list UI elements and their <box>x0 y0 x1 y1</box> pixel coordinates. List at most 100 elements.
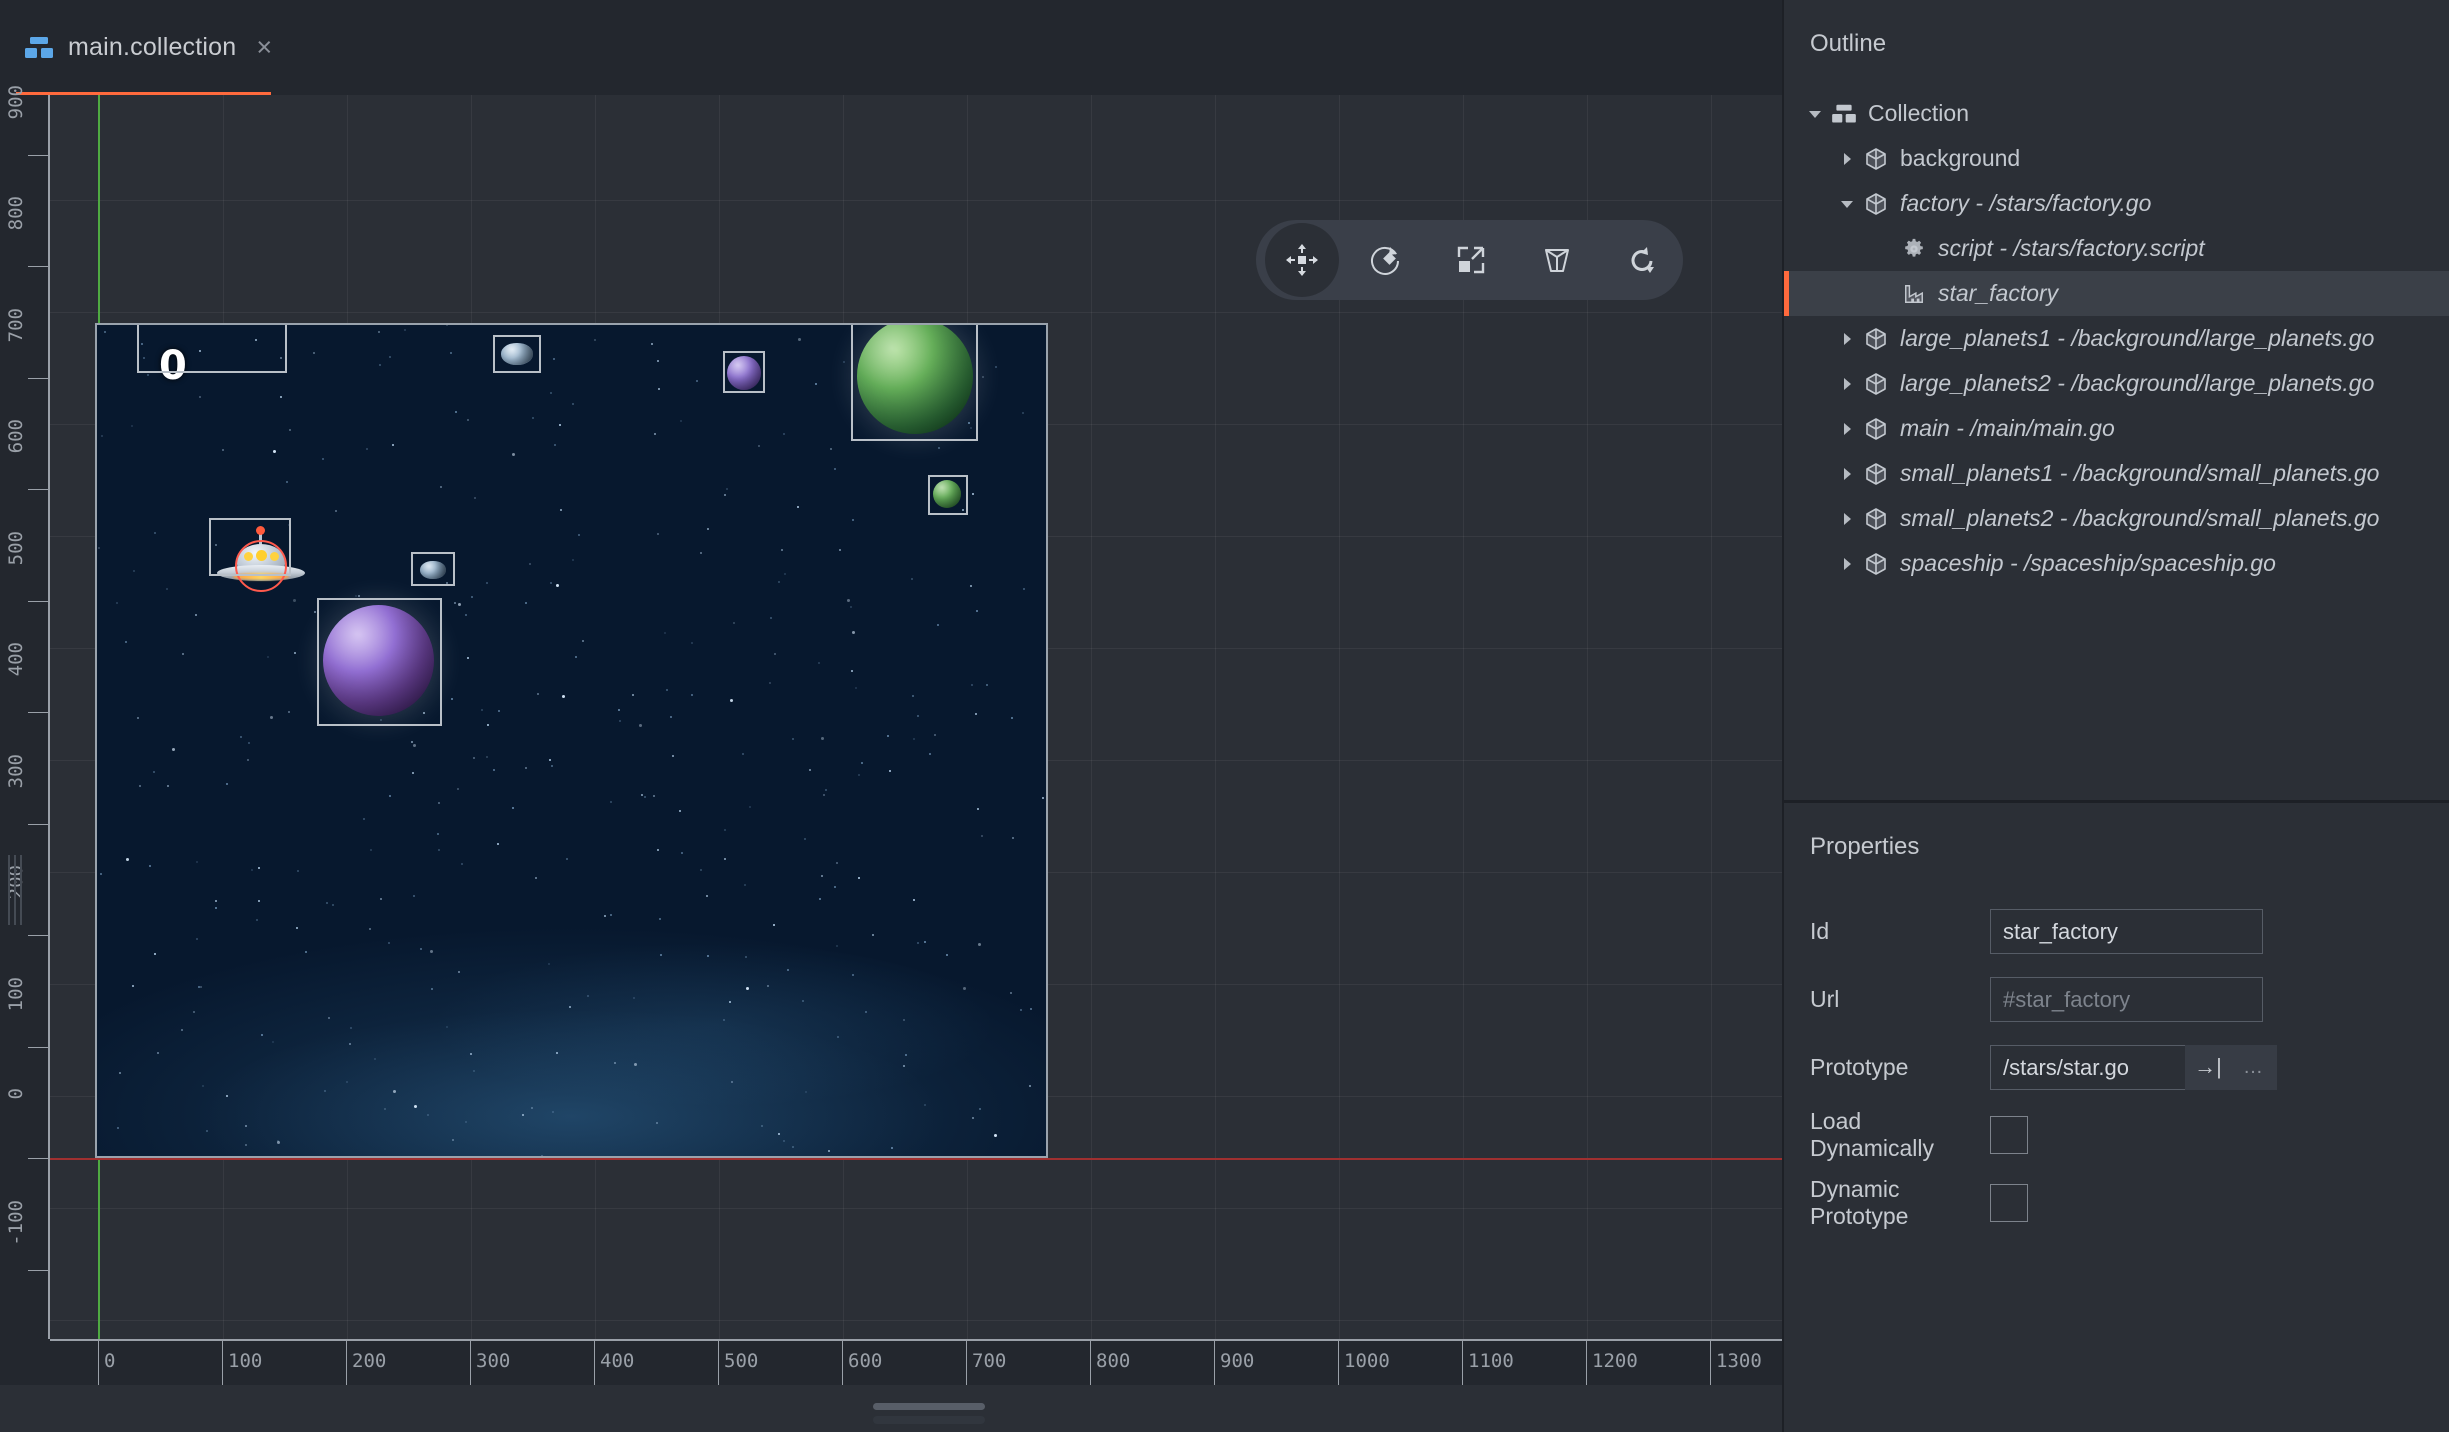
small-planet-purple[interactable] <box>727 356 761 390</box>
outline-item-label: script - /stars/factory.script <box>1938 235 2205 261</box>
ship-collision-shape <box>235 540 287 592</box>
collection-icon <box>24 35 54 61</box>
move-tool-button[interactable] <box>1265 223 1339 297</box>
starfield <box>95 323 1048 1158</box>
url-label: Url <box>1810 985 1840 1012</box>
ruler-horizontal: 0 100 200 300 400 500 600 700 800 900 1000 1100 1200… <box>0 1339 1782 1385</box>
outline-item-2[interactable]: factory - /stars/factory.go <box>1784 181 2449 226</box>
outline-panel: Outline Collection background factory - /s… <box>1784 0 2449 800</box>
scale-tool-button[interactable] <box>1431 226 1511 294</box>
prototype-input[interactable]: /stars/star.go <box>1990 1044 2185 1090</box>
outline-item-label: small_planets2 - /background/small_plane… <box>1900 505 2380 531</box>
ruler-h-tick <box>1710 1339 1711 1385</box>
outline-item-7[interactable]: main - /main/main.go <box>1784 406 2449 451</box>
ruler-v-tick <box>28 266 50 267</box>
ruler-v-tick <box>28 712 50 713</box>
outline-item-8[interactable]: small_planets1 - /background/small_plane… <box>1784 451 2449 496</box>
ruler-h-label: 900 <box>1220 1350 1255 1372</box>
ruler-h-tick <box>346 1339 347 1385</box>
browse-resource-button[interactable]: … <box>2231 1044 2277 1090</box>
ruler-v-tick <box>28 1046 50 1048</box>
perspective-tool-button[interactable] <box>1517 226 1597 294</box>
go-icon <box>1860 462 1892 486</box>
close-icon[interactable]: × <box>256 34 272 61</box>
outline-item-6[interactable]: large_planets2 - /background/large_plane… <box>1784 361 2449 406</box>
game-scene[interactable]: 0 <box>95 323 1048 1158</box>
large-planet-purple[interactable] <box>323 605 434 716</box>
factory-icon <box>1898 283 1930 305</box>
go-icon <box>1860 417 1892 441</box>
ruler-h-tick <box>842 1339 843 1385</box>
ruler-h-label: 200 <box>352 1350 387 1372</box>
ruler-h-tick <box>966 1339 967 1385</box>
outline-item-9[interactable]: small_planets2 - /background/small_plane… <box>1784 496 2449 541</box>
outline-item-10[interactable]: spaceship - /spaceship/spaceship.go <box>1784 541 2449 586</box>
horizontal-scrollbar-track[interactable] <box>873 1416 985 1424</box>
properties-panel: Properties Id star_factory Url #star_fac… <box>1784 803 2449 1432</box>
rotate-tool-button[interactable] <box>1345 226 1425 294</box>
dynamic-prototype-checkbox[interactable] <box>1990 1184 2028 1222</box>
outline-item-5[interactable]: large_planets1 - /background/large_plane… <box>1784 316 2449 361</box>
outline-item-1[interactable]: background <box>1784 136 2449 181</box>
ruler-v-label: 900 <box>5 84 27 119</box>
tab-main-collection[interactable]: main.collection × <box>0 0 297 95</box>
property-row-url: Url #star_factory <box>1784 965 2449 1033</box>
scene-viewport[interactable]: 0 900 800 700 600 500 400 300 200 100 0 … <box>0 85 1782 1432</box>
reload-tool-button[interactable] <box>1603 226 1683 294</box>
ruler-h-tick <box>594 1339 595 1385</box>
id-input[interactable]: star_factory <box>1990 908 2263 954</box>
outline-item-3[interactable]: script - /stars/factory.script <box>1784 226 2449 271</box>
ruler-h-tick <box>718 1339 719 1385</box>
open-resource-button[interactable]: →| <box>2185 1044 2231 1090</box>
chevron-right-icon[interactable] <box>1834 376 1860 392</box>
outline-item-label: factory - /stars/factory.go <box>1900 190 2152 216</box>
outline-item-label: large_planets2 - /background/large_plane… <box>1900 370 2375 396</box>
load-dynamically-checkbox[interactable] <box>1990 1116 2028 1154</box>
tab-title: main.collection <box>68 33 237 61</box>
ruler-v-tick <box>28 1158 50 1159</box>
outline-item-label: main - /main/main.go <box>1900 415 2115 441</box>
spaceship-object[interactable] <box>217 526 305 592</box>
ruler-h-label: 300 <box>476 1350 511 1372</box>
ruler-v-label: 0 <box>5 1088 27 1100</box>
ruler-v-tick <box>28 154 50 156</box>
asteroid-small[interactable] <box>420 561 446 579</box>
chevron-right-icon[interactable] <box>1834 466 1860 482</box>
small-planet-blue[interactable] <box>501 343 533 365</box>
ruler-h-tick <box>1462 1339 1463 1385</box>
ruler-h-tick <box>222 1339 223 1385</box>
ruler-v-label: 500 <box>5 530 27 565</box>
vertical-scroll-grip[interactable] <box>8 855 24 925</box>
score-label: 0 <box>159 343 187 389</box>
ruler-h-label: 700 <box>972 1350 1007 1372</box>
id-label: Id <box>1810 917 1830 944</box>
outline-tree[interactable]: Collection background factory - /stars/fac… <box>1784 91 2449 586</box>
small-planet-green[interactable] <box>933 480 961 508</box>
horizontal-scrollbar-thumb[interactable] <box>873 1403 985 1410</box>
outline-item-0[interactable]: Collection <box>1784 91 2449 136</box>
chevron-right-icon[interactable] <box>1834 421 1860 437</box>
large-planet-green[interactable] <box>857 323 973 434</box>
chevron-right-icon[interactable] <box>1834 331 1860 347</box>
outline-title: Outline <box>1810 30 1887 57</box>
ruler-v-tick <box>28 1269 50 1271</box>
chevron-right-icon[interactable] <box>1834 511 1860 527</box>
ruler-h-label: 800 <box>1096 1350 1131 1372</box>
property-row-id: Id star_factory <box>1784 897 2449 965</box>
go-icon <box>1860 147 1892 171</box>
chevron-down-icon[interactable] <box>1802 106 1828 122</box>
chevron-right-icon[interactable] <box>1834 151 1860 167</box>
chevron-down-icon[interactable] <box>1834 196 1860 212</box>
ruler-h-label: 100 <box>228 1350 263 1372</box>
outline-item-label: small_planets1 - /background/small_plane… <box>1900 460 2380 486</box>
ruler-h-label: 1000 <box>1344 1350 1390 1372</box>
ruler-v-label: 800 <box>5 196 27 231</box>
ruler-h-label: 500 <box>724 1350 759 1372</box>
ruler-v-tick <box>28 377 50 379</box>
ruler-v-label: 600 <box>5 419 27 454</box>
go-icon <box>1860 507 1892 531</box>
outline-item-4[interactable]: star_factory <box>1784 271 2449 316</box>
chevron-right-icon[interactable] <box>1834 556 1860 572</box>
url-input[interactable]: #star_factory <box>1990 976 2263 1022</box>
ship-beacon <box>256 526 265 535</box>
